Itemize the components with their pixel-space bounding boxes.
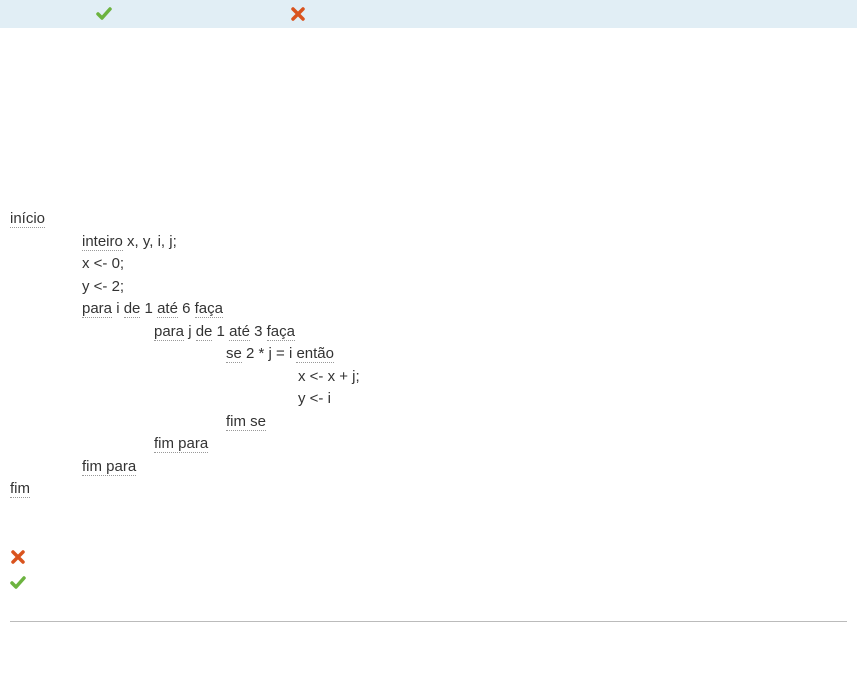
check-icon bbox=[10, 575, 26, 591]
code-line: fim para bbox=[10, 456, 847, 479]
answer-options bbox=[0, 509, 857, 611]
keyword-para: para bbox=[82, 300, 112, 318]
code-text: x, y, i, j; bbox=[123, 233, 177, 250]
code-line: se 2 * j = i então bbox=[10, 343, 847, 366]
keyword-fimpara: fim para bbox=[82, 458, 136, 476]
code-text: 1 bbox=[212, 323, 229, 340]
keyword-ate: até bbox=[157, 300, 178, 318]
code-text: i bbox=[112, 300, 124, 317]
keyword-de: de bbox=[196, 323, 213, 341]
code-line: y <- i bbox=[10, 388, 847, 411]
keyword-faca: faça bbox=[267, 323, 295, 341]
keyword-se: se bbox=[226, 345, 242, 363]
code-line: para i de 1 até 6 faça bbox=[10, 298, 847, 321]
answer-option-wrong[interactable] bbox=[10, 549, 847, 569]
cross-icon bbox=[10, 549, 26, 565]
code-line: para j de 1 até 3 faça bbox=[10, 321, 847, 344]
code-text: y <- 2; bbox=[82, 278, 124, 295]
keyword-de: de bbox=[124, 300, 141, 318]
code-text: 6 bbox=[178, 300, 195, 317]
keyword-inteiro: inteiro bbox=[82, 233, 123, 251]
code-text: x <- 0; bbox=[82, 255, 124, 272]
code-text: j bbox=[184, 323, 196, 340]
code-text: x <- x + j; bbox=[298, 368, 360, 385]
answer-option-correct[interactable] bbox=[10, 575, 847, 595]
code-text: 1 bbox=[140, 300, 157, 317]
code-text: 2 * j = i bbox=[242, 345, 297, 362]
code-line: início bbox=[10, 208, 847, 231]
code-text: y <- i bbox=[298, 390, 331, 407]
code-line: fim se bbox=[10, 411, 847, 434]
code-line: fim bbox=[10, 478, 847, 501]
divider bbox=[10, 621, 847, 622]
keyword-fim: fim bbox=[10, 480, 30, 498]
keyword-fimse: fim se bbox=[226, 413, 266, 431]
code-line: x <- 0; bbox=[10, 253, 847, 276]
keyword-fimpara: fim para bbox=[154, 435, 208, 453]
code-line: inteiro x, y, i, j; bbox=[10, 231, 847, 254]
code-line: x <- x + j; bbox=[10, 366, 847, 389]
keyword-faca: faça bbox=[195, 300, 223, 318]
cross-icon[interactable] bbox=[290, 6, 306, 22]
code-line: fim para bbox=[10, 433, 847, 456]
keyword-ate: até bbox=[229, 323, 250, 341]
code-text: 3 bbox=[250, 323, 267, 340]
code-line: y <- 2; bbox=[10, 276, 847, 299]
pseudocode-block: início inteiro x, y, i, j; x <- 0; y <- … bbox=[0, 198, 857, 509]
keyword-inicio: início bbox=[10, 210, 45, 228]
keyword-entao: então bbox=[296, 345, 334, 363]
check-icon[interactable] bbox=[96, 6, 112, 22]
keyword-para: para bbox=[154, 323, 184, 341]
top-toolbar bbox=[0, 0, 857, 28]
